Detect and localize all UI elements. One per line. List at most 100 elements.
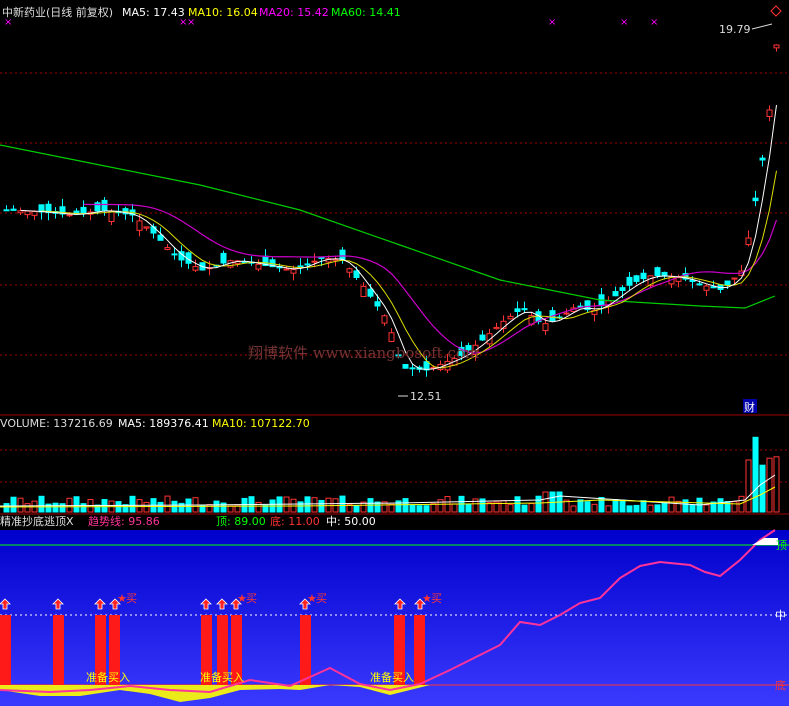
volume-bar: [66, 497, 73, 513]
candle-body: [409, 367, 416, 370]
volume-bar: [605, 505, 612, 513]
candle-body: [108, 211, 115, 223]
signal-x-mark: ×: [650, 17, 658, 28]
candle-body: [164, 247, 171, 250]
ma10-line: [41, 170, 777, 369]
volume-bar: [388, 503, 395, 513]
candle-body: [612, 291, 619, 297]
prepare-buy-label: 准备买入: [200, 670, 244, 684]
volume-bar: [409, 504, 416, 513]
stock-title: 中新药业(日线 前复权): [2, 5, 113, 19]
volume-bars: [3, 436, 780, 513]
volume-bar: [619, 499, 626, 513]
volume-bar: [570, 505, 577, 513]
volume-bar: [654, 504, 661, 513]
volume-ma5-value: MA5: 189376.41: [118, 417, 209, 430]
candle-body: [157, 234, 164, 241]
candle-body: [654, 267, 661, 277]
signal-bar: [53, 615, 64, 685]
volume-bar: [311, 497, 318, 513]
volume-bar: [353, 505, 360, 513]
prepare-buy-label: 准备买入: [86, 670, 130, 684]
volume-bar: [3, 503, 10, 513]
volume-bar: [640, 500, 647, 513]
candle-body: [290, 269, 297, 274]
volume-bar: [465, 503, 472, 513]
volume-bar: [647, 504, 654, 513]
candle-body: [640, 272, 647, 280]
volume-bar: [129, 495, 136, 513]
volume-bar: [80, 503, 87, 513]
volume-bar: [682, 499, 689, 513]
cai-label[interactable]: 财: [744, 400, 755, 414]
volume-bar: [584, 501, 591, 513]
candle-body: [353, 270, 360, 279]
volume-bar: [423, 505, 430, 513]
volume-bar: [745, 459, 752, 513]
volume-bar: [766, 457, 773, 513]
buy-label: 买: [126, 592, 137, 605]
volume-bar: [535, 495, 542, 513]
candle-body: [80, 206, 87, 214]
candle-body: [31, 211, 38, 216]
volume-bar: [542, 491, 549, 513]
ma5-line: [20, 104, 777, 370]
signal-bar: [414, 615, 425, 685]
candle-body: [381, 315, 388, 324]
trend-value: 趋势线: 95.86: [88, 514, 160, 528]
volume-bar: [297, 501, 304, 513]
indicator-name: 精准抄底逃顶X: [0, 514, 74, 528]
candle-body: [773, 44, 780, 49]
candle-body: [542, 323, 549, 332]
signal-x-mark: ×: [548, 17, 556, 28]
candle-body: [304, 263, 311, 266]
candle-body: [633, 275, 640, 282]
volume-bar: [24, 503, 31, 513]
volume-bar: [626, 505, 633, 513]
volume-bar: [143, 501, 150, 513]
volume-bar: [703, 504, 710, 513]
candle-body: [703, 285, 710, 291]
volume-bar: [73, 496, 80, 513]
volume-bar: [507, 504, 514, 513]
volume-bar: [255, 501, 262, 513]
mid-axis-label: 中: [775, 609, 786, 622]
volume-bar: [10, 496, 17, 513]
watermark: 翔博软件 www.xiangbosoft.com: [248, 344, 479, 362]
diamond-icon: [770, 5, 782, 17]
signal-x-mark: ×: [620, 17, 628, 28]
signal-bar: [0, 615, 11, 685]
volume-bar: [402, 498, 409, 513]
volume-bar: [752, 436, 759, 513]
volume-ma10-value: MA10: 107122.70: [212, 417, 310, 430]
candle-body: [24, 210, 31, 216]
candle-body: [143, 226, 150, 229]
volume-value: VOLUME: 137216.69: [0, 417, 113, 430]
volume-bar: [514, 496, 521, 513]
candle-body: [514, 308, 521, 312]
mid-value: 中: 50.00: [326, 515, 376, 528]
candle-body: [101, 199, 108, 211]
candle-body: [759, 157, 766, 161]
signal-bar: [300, 615, 311, 685]
volume-bar: [451, 503, 458, 513]
candle-body: [766, 109, 773, 118]
candle-body: [402, 364, 409, 369]
volume-bar: [325, 497, 332, 513]
ma60-line: [0, 144, 776, 309]
volume-bar: [668, 496, 675, 513]
volume-bar: [717, 498, 724, 513]
buy-label: 买: [431, 592, 442, 605]
candle-body: [339, 249, 346, 261]
candle-body: [3, 209, 10, 212]
candles: [3, 44, 780, 377]
candle-body: [521, 308, 528, 311]
candle-body: [171, 253, 178, 256]
bottom-value: 底: 11.00: [270, 514, 320, 528]
candle-body: [444, 360, 451, 371]
candle-body: [507, 315, 514, 320]
volume-bar: [633, 504, 640, 513]
volume-bar: [17, 497, 24, 513]
candle-body: [346, 268, 353, 273]
volume-bar: [675, 500, 682, 513]
